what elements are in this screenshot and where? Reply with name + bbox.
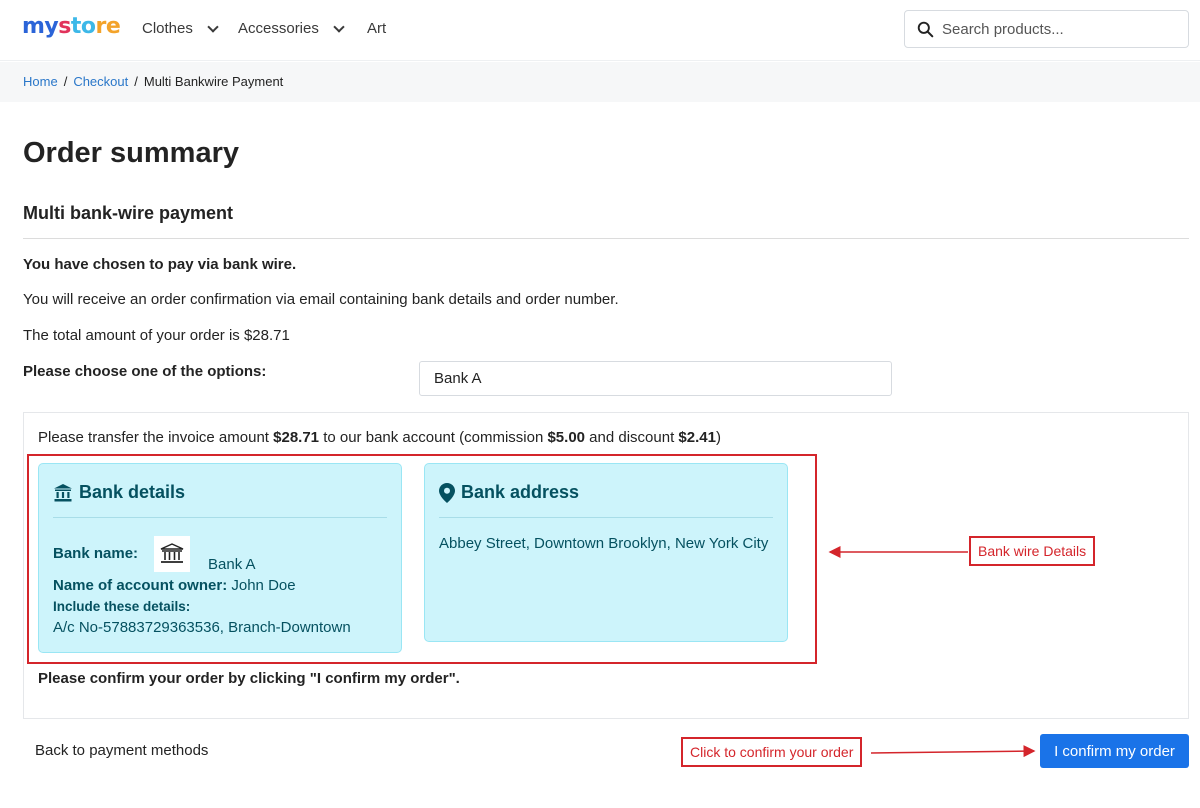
section-title: Multi bank-wire payment [23,203,234,223]
chevron-down-icon [333,20,345,33]
nav-clothes-label: Clothes [142,20,193,37]
breadcrumb-current: Multi Bankwire Payment [143,74,284,89]
store-logo[interactable]: mystore [22,14,121,39]
nav-accessories-label: Accessories [238,20,319,37]
nav-accessories[interactable]: Accessories [238,20,345,37]
nav-art-label: Art [367,20,387,37]
breadcrumb-separator: / [134,74,138,89]
search-input[interactable] [942,20,1172,38]
confirm-order-button[interactable]: I confirm my order [1040,734,1189,768]
breadcrumb-checkout[interactable]: Checkout [73,74,128,89]
bank-select[interactable]: Bank A [419,361,892,396]
breadcrumb-home[interactable]: Home [23,74,58,89]
breadcrumb-bar: Home / Checkout / Multi Bankwire Payment [0,62,1200,102]
confirm-note: Please confirm your order by clicking "I… [38,670,460,687]
total-text: The total amount of your order is $28.71 [23,327,290,344]
search-icon [917,21,934,37]
confirm-annotation: Click to confirm your order [681,737,863,767]
discount-amount: $2.41 [678,429,716,446]
breadcrumb-separator: / [63,74,68,89]
chevron-down-icon [207,20,219,33]
choose-label: Please choose one of the options: [23,363,267,380]
bank-wire-annotation: Bank wire Details [969,536,1096,566]
nav-art[interactable]: Art [367,20,386,37]
commission-amount: $5.00 [547,429,586,446]
arrow-to-confirm-button [870,745,1036,758]
site-header: mystore Clothes Accessories Art [0,0,1200,61]
transfer-text: Please transfer the invoice amount $28.7… [38,429,721,446]
back-to-payment-link[interactable]: Back to payment methods [35,742,208,759]
search-box[interactable] [904,10,1189,48]
nav-clothes[interactable]: Clothes [142,20,219,37]
page-title: Order summary [23,137,239,169]
confirmation-text: You will receive an order confirmation v… [23,291,619,308]
bank-wire-highlight [27,454,817,664]
chosen-text: You have chosen to pay via bank wire. [23,256,297,273]
transfer-amount: $28.71 [273,429,320,446]
divider [23,238,1189,239]
breadcrumb: Home / Checkout / Multi Bankwire Payment [23,74,283,89]
